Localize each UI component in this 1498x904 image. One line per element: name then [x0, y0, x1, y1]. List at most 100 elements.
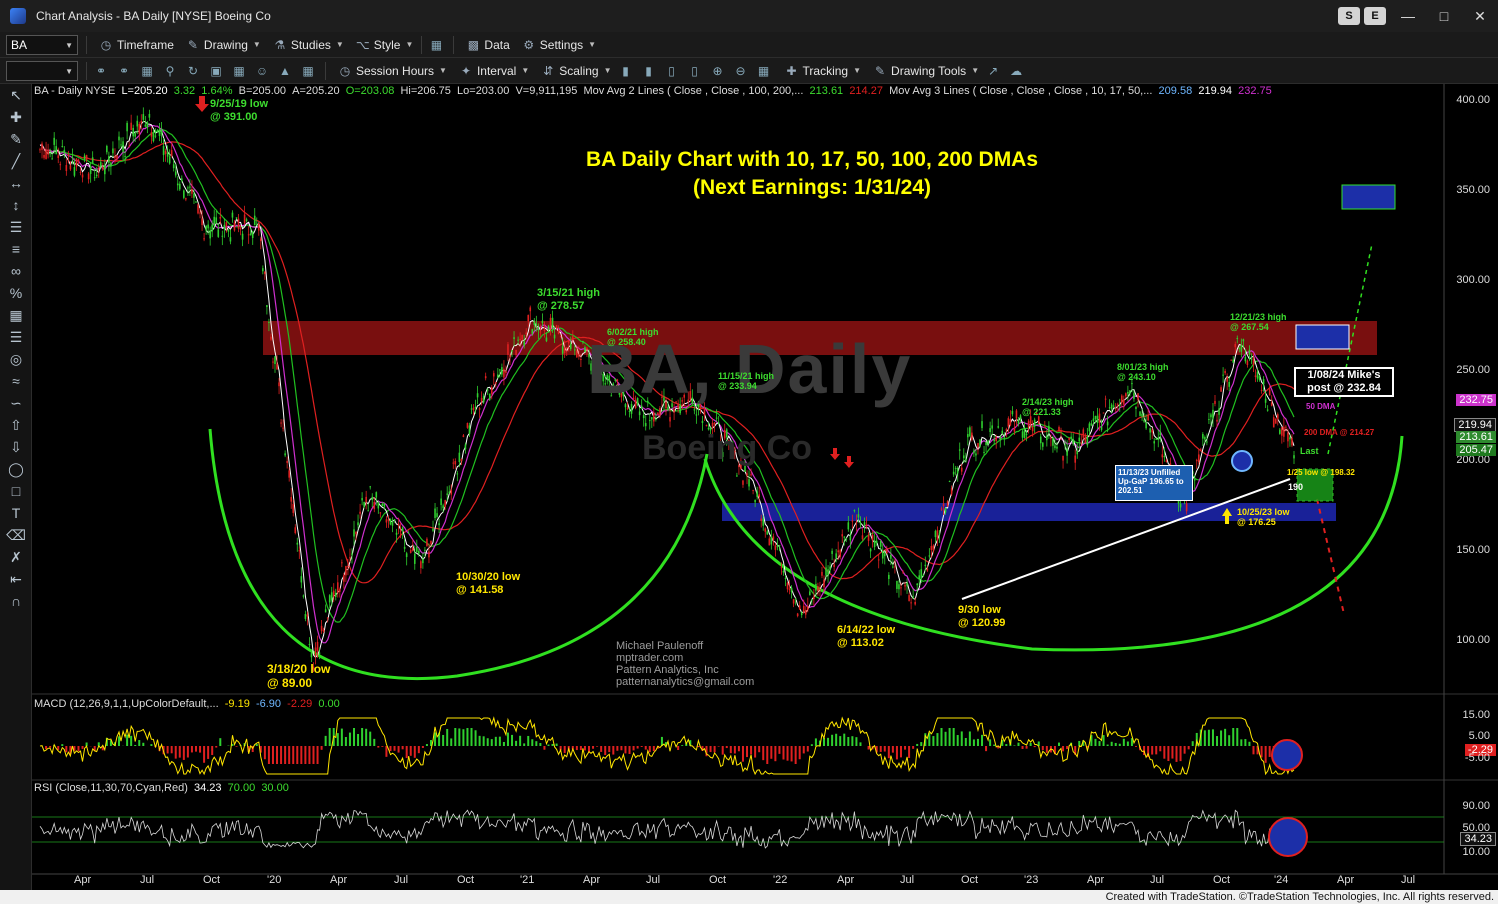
bar-icon[interactable]: ▯: [663, 62, 681, 80]
candle-body: [1293, 455, 1295, 459]
cursor-icon[interactable]: ↖: [5, 84, 27, 106]
session-hours-button[interactable]: ◷ Session Hours ▼: [338, 64, 447, 78]
annotation-text: @ 120.99: [958, 617, 1006, 629]
strategy-icon[interactable]: ▦: [299, 62, 317, 80]
candle-body: [326, 617, 329, 619]
candle-icon[interactable]: ▮: [640, 62, 658, 80]
refresh-icon[interactable]: ↻: [184, 62, 202, 80]
candle-body: [166, 152, 169, 157]
candle-body: [1013, 427, 1016, 432]
scaling-button[interactable]: ⇵ Scaling ▼: [541, 64, 611, 78]
cloud-icon[interactable]: ☁: [1007, 62, 1025, 80]
channel-icon[interactable]: ☰: [5, 216, 27, 238]
alert-icon[interactable]: ▲: [276, 62, 294, 80]
candle-body: [950, 488, 953, 495]
trendline-icon[interactable]: ╱: [5, 150, 27, 172]
export-icon[interactable]: ↗: [984, 62, 1002, 80]
symbol-input[interactable]: BA ▼: [6, 34, 78, 55]
image-icon[interactable]: ▣: [207, 62, 225, 80]
candle-body: [912, 596, 914, 598]
layout-icon[interactable]: ▦: [427, 36, 445, 54]
grid-icon[interactable]: ▦: [755, 62, 773, 80]
drawing-tools-button[interactable]: ✎ Drawing Tools ▼: [873, 64, 979, 78]
candle-body: [904, 584, 906, 587]
macd-bar: [215, 746, 218, 748]
percent-icon[interactable]: %: [5, 282, 27, 304]
candle-body: [806, 606, 809, 610]
tracking-button[interactable]: ✚ Tracking ▼: [785, 64, 862, 78]
cycle-icon[interactable]: ∞: [5, 260, 27, 282]
grid-icon[interactable]: ▦: [138, 62, 156, 80]
timeframe-button[interactable]: ◷ Timeframe: [99, 38, 174, 52]
candle-body: [1155, 438, 1158, 440]
macd-bar: [1191, 741, 1194, 746]
candle-body: [1044, 426, 1046, 428]
fibonacci-icon[interactable]: ≡: [5, 238, 27, 260]
ratio-icon[interactable]: ≈: [5, 370, 27, 392]
data-button[interactable]: ▩ Data: [466, 38, 510, 52]
candle-body: [1258, 375, 1261, 381]
candle-body: [77, 159, 80, 162]
vertical-line-icon[interactable]: ↕: [5, 194, 27, 216]
horizontal-line-icon[interactable]: ↔: [5, 172, 27, 194]
candle-body: [347, 565, 349, 567]
window-title: Chart Analysis - BA Daily [NYSE] Boeing …: [36, 9, 271, 23]
eraser-icon[interactable]: ⌫: [5, 524, 27, 546]
maximize-icon[interactable]: □: [1426, 2, 1462, 30]
candle-body: [1110, 404, 1113, 409]
candle-icon[interactable]: ▮: [617, 62, 635, 80]
macd-bar: [312, 746, 315, 764]
candle-body: [102, 167, 104, 170]
s-button[interactable]: S: [1338, 7, 1360, 25]
candle-body: [553, 334, 556, 339]
magnet-icon[interactable]: ∩: [5, 590, 27, 612]
template-select[interactable]: ▼: [6, 60, 78, 81]
bar-icon[interactable]: ▯: [686, 62, 704, 80]
macd-bar: [1062, 746, 1065, 752]
speed-lines-icon[interactable]: ∽: [5, 392, 27, 414]
close-icon[interactable]: ✕: [1462, 2, 1498, 30]
search-icon[interactable]: ⚲: [161, 62, 179, 80]
settings-button[interactable]: ⚙ Settings ▼: [522, 38, 596, 52]
candle-body: [960, 467, 963, 472]
arrow-down-icon[interactable]: ⇩: [5, 436, 27, 458]
macd-bar: [523, 743, 526, 746]
candle-body: [837, 550, 839, 553]
candle-body: [160, 130, 163, 135]
minimize-icon[interactable]: —: [1390, 2, 1426, 30]
link-icon[interactable]: ⚭: [92, 62, 110, 80]
candle-body: [918, 575, 921, 580]
candle-body: [989, 428, 991, 433]
zoom-out-icon[interactable]: ⊖: [732, 62, 750, 80]
person-icon[interactable]: ☺: [253, 62, 271, 80]
candle-body: [91, 157, 94, 164]
candle-body: [1268, 389, 1271, 396]
interval-button[interactable]: ✦ Interval ▼: [459, 64, 529, 78]
levels-icon[interactable]: ☰: [5, 326, 27, 348]
chart-type-icon[interactable]: ▦: [230, 62, 248, 80]
arrow-up-icon[interactable]: ⇧: [5, 414, 27, 436]
expand-icon[interactable]: ⇤: [5, 568, 27, 590]
e-button[interactable]: E: [1364, 7, 1386, 25]
gann-icon[interactable]: ◎: [5, 348, 27, 370]
chart-panel[interactable]: BA - Daily NYSE L=205.20 3.32 1.64% B=20…: [32, 84, 1498, 890]
text-icon[interactable]: T: [5, 502, 27, 524]
candle-body: [574, 349, 576, 351]
candle-body: [422, 558, 424, 564]
separator: [86, 35, 87, 54]
studies-button[interactable]: ⚗ Studies ▼: [273, 38, 343, 52]
candle-body: [282, 427, 284, 429]
annotation-190: 190: [1288, 482, 1304, 492]
candle-body: [642, 415, 645, 419]
rectangle-icon[interactable]: □: [5, 480, 27, 502]
drawing-button[interactable]: ✎ Drawing ▼: [186, 38, 261, 52]
candle-body: [770, 536, 773, 545]
style-button[interactable]: ⌥ Style ▼: [356, 38, 414, 52]
link-icon[interactable]: ⚭: [115, 62, 133, 80]
delete-drawing-icon[interactable]: ✗: [5, 546, 27, 568]
grid-icon[interactable]: ▦: [5, 304, 27, 326]
pencil-icon[interactable]: ✎: [5, 128, 27, 150]
crosshair-icon[interactable]: ✚: [5, 106, 27, 128]
ellipse-icon[interactable]: ◯: [5, 458, 27, 480]
zoom-in-icon[interactable]: ⊕: [709, 62, 727, 80]
